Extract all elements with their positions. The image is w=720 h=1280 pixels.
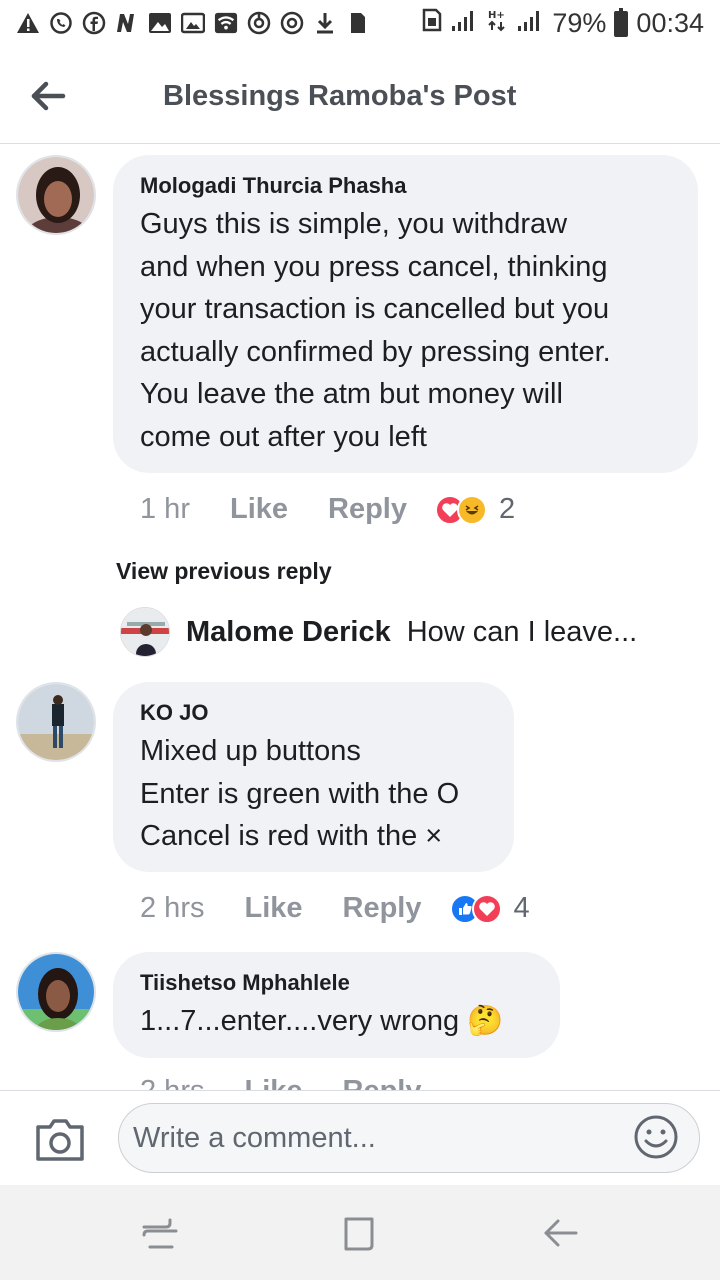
reply-author[interactable]: Malome Derick [186, 616, 391, 649]
n-app-icon [115, 10, 139, 36]
emoji-button[interactable] [632, 1113, 680, 1161]
gallery-icon [181, 10, 205, 36]
back-button[interactable] [22, 72, 74, 120]
comment-text: 1...7...enter....very wrong 🤔 [140, 1005, 504, 1037]
like-button[interactable]: Like [244, 1075, 302, 1090]
like-button[interactable]: Like [230, 493, 288, 526]
sync-icon [247, 10, 271, 36]
haha-icon [457, 494, 487, 525]
back-arrow-icon [31, 81, 66, 111]
battery-percent: 79% [552, 8, 607, 38]
comment-author[interactable]: KO JO [140, 700, 488, 726]
comment-author[interactable]: Mologadi Thurcia Phasha [140, 173, 672, 199]
notification-icons [16, 10, 370, 36]
recents-button[interactable] [140, 1213, 180, 1253]
comment-actions: 2 hrs Like Reply 4 [140, 892, 530, 925]
comment-bubble[interactable]: Mologadi Thurcia Phasha Guys this is sim… [113, 155, 698, 473]
home-button[interactable] [340, 1213, 380, 1253]
hplus-icon: H+ [486, 8, 508, 39]
page-title: Blessings Ramoba's Post [163, 80, 517, 112]
system-nav-bar [0, 1185, 720, 1280]
comment-input[interactable] [118, 1103, 700, 1173]
signal2-icon [516, 8, 544, 39]
sync2-icon [280, 10, 304, 36]
reply-button[interactable]: Reply [343, 892, 422, 925]
smiley-icon [634, 1115, 678, 1159]
comment-text: Mixed up buttons Enter is green with the… [140, 735, 460, 852]
alert-icon [16, 10, 40, 36]
camera-icon [36, 1119, 84, 1161]
recents-icon [142, 1218, 178, 1249]
comment-actions: 1 hr Like Reply 2 [140, 493, 515, 526]
view-previous-reply-link[interactable]: View previous reply [116, 558, 332, 585]
avatar[interactable] [16, 682, 96, 762]
comment-text: Guys this is simple, you withdraw and wh… [140, 208, 611, 453]
reply-text: How can I leave... [406, 615, 638, 648]
reactions[interactable]: 4 [449, 892, 530, 925]
comment-bubble[interactable]: KO JO Mixed up buttons Enter is green wi… [113, 682, 514, 872]
status-right: H+ 79% 00:34 [422, 7, 704, 39]
comment-author[interactable]: Tiishetso Mphahlele [140, 970, 534, 996]
like-button[interactable]: Like [244, 892, 302, 925]
home-icon [344, 1217, 374, 1251]
reply-avatar[interactable] [120, 607, 170, 657]
avatar[interactable] [16, 952, 96, 1032]
comment-time[interactable]: 1 hr [140, 493, 190, 526]
wifi-icon [214, 10, 238, 36]
comment-time[interactable]: 2 hrs [140, 1075, 204, 1090]
sim-card-icon [422, 8, 442, 39]
camera-button[interactable] [32, 1115, 88, 1165]
back-nav-icon [544, 1219, 578, 1247]
reply-button[interactable]: Reply [343, 1075, 422, 1090]
comment-time[interactable]: 2 hrs [140, 892, 204, 925]
comment-actions: 2 hrs Like Reply [140, 1075, 422, 1090]
avatar[interactable] [16, 155, 96, 235]
svg-text:H+: H+ [488, 10, 505, 21]
download-icon [313, 10, 337, 36]
comments-feed[interactable]: Mologadi Thurcia Phasha Guys this is sim… [0, 145, 720, 1090]
clock: 00:34 [636, 8, 704, 38]
comment-composer [0, 1090, 720, 1185]
whatsapp-icon [49, 10, 73, 36]
facebook-icon [82, 10, 106, 36]
love-icon [471, 893, 502, 924]
reactions[interactable]: 2 [435, 493, 515, 526]
sim-icon [346, 10, 370, 36]
signal-icon [450, 8, 478, 39]
image-icon [148, 10, 172, 36]
status-bar: H+ 79% 00:34 [0, 0, 720, 50]
reaction-count: 4 [513, 892, 530, 924]
reply-preview[interactable]: Malome Derick How can I leave... [120, 607, 637, 657]
comment-bubble[interactable]: Tiishetso Mphahlele 1...7...enter....ver… [113, 952, 560, 1058]
post-header: Blessings Ramoba's Post [0, 50, 720, 144]
back-nav-button[interactable] [540, 1213, 580, 1253]
reaction-count: 2 [499, 493, 516, 525]
battery-icon [614, 7, 629, 37]
reply-button[interactable]: Reply [328, 493, 407, 526]
